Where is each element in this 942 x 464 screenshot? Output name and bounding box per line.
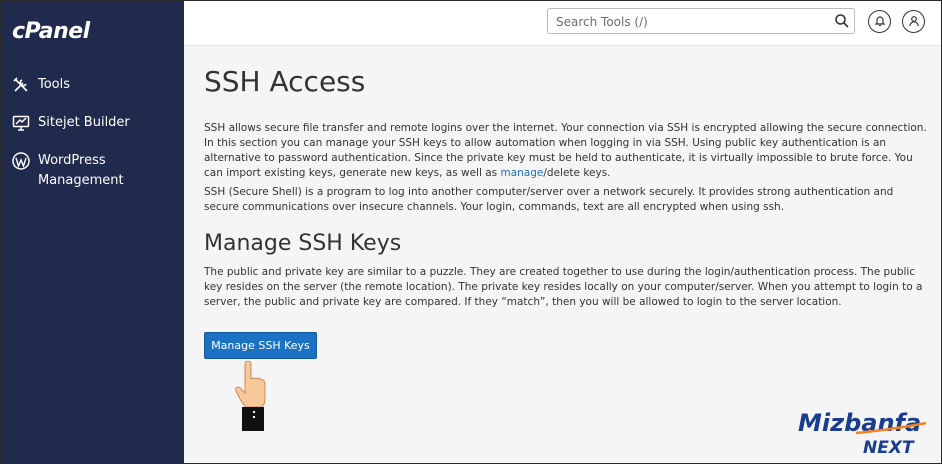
- sidebar-item-label: Sitejet Builder: [38, 115, 130, 130]
- sidebar-item-label: WordPress Management: [38, 153, 124, 188]
- sidebar-item-tools[interactable]: Tools: [1, 71, 184, 99]
- top-bar: [184, 1, 941, 46]
- user-icon: [908, 12, 920, 31]
- notifications-button[interactable]: [868, 10, 891, 33]
- search-input[interactable]: [554, 11, 828, 33]
- sidebar: cPanel Tools Sitejet Builder WordPress M…: [1, 1, 184, 463]
- manage-description: The public and private key are similar t…: [204, 266, 923, 308]
- page-title: SSH Access: [204, 65, 366, 98]
- search-icon[interactable]: [834, 13, 850, 29]
- svg-text:NEXT: NEXT: [863, 438, 915, 457]
- intro-end-text: /delete keys.: [543, 167, 611, 179]
- search-box[interactable]: [547, 8, 855, 34]
- wordpress-icon: [11, 151, 31, 171]
- manage-ssh-keys-button[interactable]: Manage SSH Keys: [204, 332, 317, 359]
- section-title: Manage SSH Keys: [204, 231, 402, 256]
- mizbanfa-logo: Mizbanfa NEXT: [798, 409, 927, 457]
- user-menu-button[interactable]: [902, 10, 925, 33]
- monitor-icon: [11, 113, 31, 133]
- intro-paragraph: SSH allows secure file transfer and remo…: [204, 121, 929, 181]
- manage-link[interactable]: manage: [500, 167, 543, 179]
- secure-shell-paragraph: SSH (Secure Shell) is a program to log i…: [204, 186, 894, 213]
- bell-icon: [874, 12, 886, 31]
- sidebar-nav: Tools Sitejet Builder WordPress Manageme…: [1, 71, 184, 205]
- sidebar-item-sitejet-builder[interactable]: Sitejet Builder: [1, 109, 184, 137]
- tools-icon: [11, 75, 31, 95]
- cpanel-logo[interactable]: cPanel: [12, 19, 90, 44]
- sidebar-item-wordpress-management[interactable]: WordPress Management: [1, 147, 184, 195]
- sidebar-item-label: Tools: [38, 77, 71, 92]
- pointing-hand-icon: [235, 361, 266, 431]
